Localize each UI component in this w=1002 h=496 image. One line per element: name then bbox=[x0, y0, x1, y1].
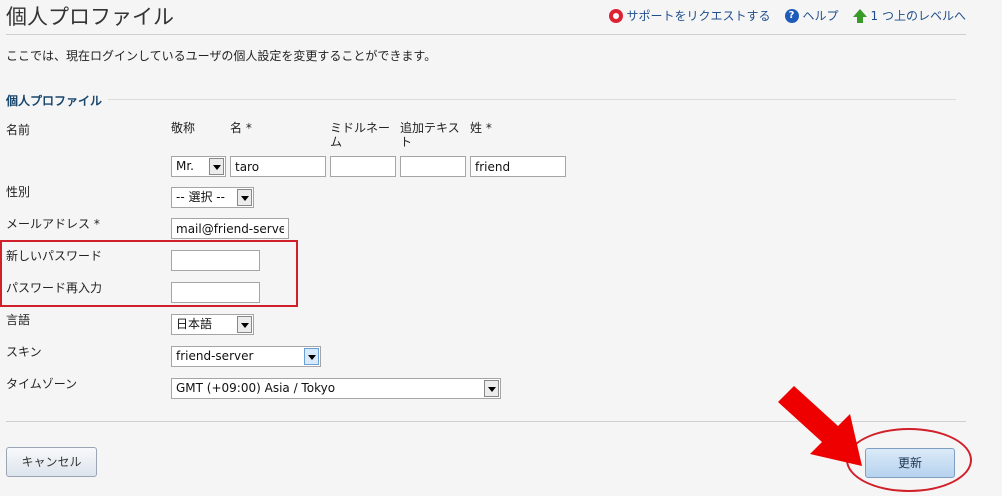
timezone-select-value: GMT (+09:00) Asia / Tokyo bbox=[176, 381, 336, 395]
skin-select[interactable]: friend-server bbox=[171, 346, 321, 367]
honorific-label: 敬称 bbox=[171, 121, 196, 135]
first-name-field[interactable] bbox=[230, 156, 326, 177]
page-title: 個人プロファイル bbox=[6, 5, 174, 29]
chevron-down-icon bbox=[484, 380, 499, 397]
name-label: 名前 bbox=[6, 123, 31, 137]
new-password-label: 新しいパスワード bbox=[6, 249, 103, 263]
last-name-label: 姓 * bbox=[470, 121, 492, 135]
header-divider bbox=[6, 34, 966, 35]
middle-name-field[interactable] bbox=[330, 156, 396, 177]
email-field[interactable] bbox=[171, 218, 289, 239]
chevron-down-icon bbox=[237, 316, 252, 333]
section-divider bbox=[108, 99, 956, 100]
gender-label: 性別 bbox=[6, 185, 31, 199]
new-password-field[interactable] bbox=[171, 250, 260, 271]
timezone-select[interactable]: GMT (+09:00) Asia / Tokyo bbox=[171, 378, 501, 399]
help-link[interactable]: ? ヘルプ bbox=[784, 7, 839, 24]
help-link-label: ヘルプ bbox=[802, 9, 839, 23]
language-select[interactable]: 日本語 bbox=[171, 314, 254, 335]
gender-select[interactable]: -- 選択 -- bbox=[171, 187, 254, 208]
skin-select-value: friend-server bbox=[176, 349, 254, 363]
gender-select-value: -- 選択 -- bbox=[176, 190, 225, 204]
honorific-select-value: Mr. bbox=[176, 159, 194, 173]
lifebuoy-icon bbox=[608, 8, 623, 23]
first-name-label: 名 * bbox=[230, 121, 252, 135]
honorific-select[interactable]: Mr. bbox=[171, 156, 226, 177]
confirm-password-field[interactable] bbox=[171, 282, 260, 303]
suffix-field[interactable] bbox=[400, 156, 466, 177]
header-links: サポートをリクエストする ? ヘルプ 1 つ上のレベルへ bbox=[608, 7, 966, 24]
up-level-link-label: 1 つ上のレベルへ bbox=[870, 9, 966, 23]
chevron-down-icon bbox=[304, 348, 319, 365]
skin-label: スキン bbox=[6, 345, 42, 359]
suffix-label: 追加テキスト bbox=[400, 121, 460, 149]
support-link-label: サポートをリクエストする bbox=[626, 9, 771, 23]
email-label: メールアドレス * bbox=[6, 217, 100, 231]
language-select-value: 日本語 bbox=[176, 317, 213, 331]
language-label: 言語 bbox=[6, 313, 31, 327]
last-name-field[interactable] bbox=[470, 156, 566, 177]
up-arrow-icon bbox=[852, 8, 867, 23]
intro-text: ここでは、現在ログインしているユーザの個人設定を変更することができます。 bbox=[6, 49, 437, 63]
section-title: 個人プロファイル bbox=[6, 94, 103, 108]
chevron-down-icon bbox=[237, 189, 252, 206]
help-icon: ? bbox=[784, 8, 799, 23]
chevron-down-icon bbox=[209, 158, 224, 175]
red-arrow-annotation bbox=[778, 386, 862, 466]
cancel-button[interactable]: キャンセル bbox=[6, 447, 97, 477]
support-link[interactable]: サポートをリクエストする bbox=[608, 7, 771, 24]
middle-name-label: ミドルネーム bbox=[330, 121, 391, 149]
confirm-password-label: パスワード再入力 bbox=[6, 281, 103, 295]
up-level-link[interactable]: 1 つ上のレベルへ bbox=[852, 7, 966, 24]
timezone-label: タイムゾーン bbox=[6, 377, 78, 391]
